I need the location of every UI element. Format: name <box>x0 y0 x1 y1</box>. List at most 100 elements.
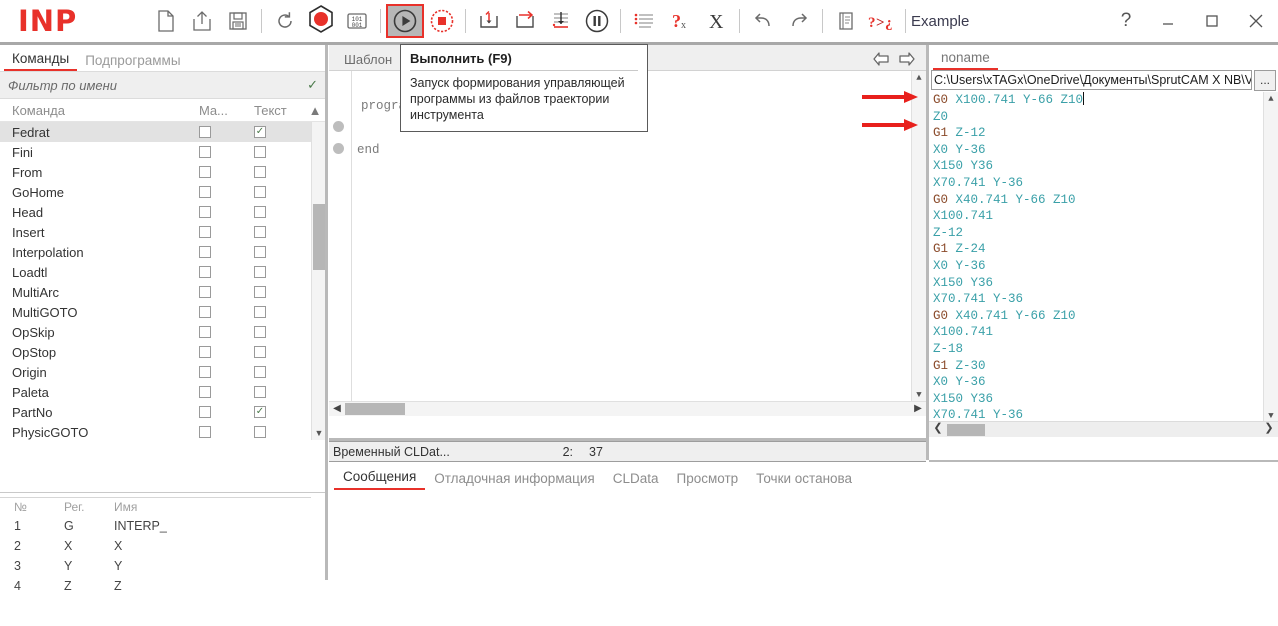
mask-checkbox-cell[interactable] <box>199 306 254 318</box>
text-checkbox-cell[interactable] <box>254 286 304 298</box>
record-icon[interactable] <box>303 3 339 39</box>
mask-checkbox[interactable] <box>199 306 211 318</box>
table-row[interactable]: OpStop <box>0 342 326 362</box>
redo-icon[interactable] <box>781 3 817 39</box>
maximize-button[interactable] <box>1190 0 1234 42</box>
text-checkbox-cell[interactable] <box>254 426 304 438</box>
text-checkbox[interactable] <box>254 286 266 298</box>
table-row[interactable]: PartNo <box>0 402 326 422</box>
scroll-up-icon[interactable]: ▲ <box>304 103 326 118</box>
table-row[interactable]: Origin <box>0 362 326 382</box>
binary-icon[interactable]: 101001 <box>339 3 375 39</box>
scrollbar-thumb[interactable] <box>313 204 325 270</box>
bottom-tab[interactable]: CLData <box>604 469 668 490</box>
text-checkbox-cell[interactable] <box>254 126 304 138</box>
stop-icon[interactable] <box>424 3 460 39</box>
browse-button[interactable]: ... <box>1254 70 1276 91</box>
book-icon[interactable] <box>828 3 864 39</box>
table-row[interactable]: MultiGOTO <box>0 302 326 322</box>
open-file-icon[interactable] <box>184 3 220 39</box>
table-row[interactable]: OpSkip <box>0 322 326 342</box>
text-checkbox[interactable] <box>254 326 266 338</box>
mask-checkbox-cell[interactable] <box>199 246 254 258</box>
text-checkbox[interactable] <box>254 146 266 158</box>
bottom-tab[interactable]: Отладочная информация <box>425 469 603 490</box>
reload-icon[interactable] <box>267 3 303 39</box>
mask-checkbox[interactable] <box>199 246 211 258</box>
run-icon[interactable] <box>386 4 424 38</box>
translate-icon[interactable]: ?>¿ <box>864 3 900 39</box>
mask-checkbox[interactable] <box>199 286 211 298</box>
text-checkbox[interactable] <box>254 366 266 378</box>
tab-template[interactable]: Шаблон <box>335 50 401 70</box>
arrow-right-icon[interactable] <box>894 48 920 70</box>
text-checkbox-cell[interactable] <box>254 186 304 198</box>
query-x-icon[interactable]: ?x <box>662 3 698 39</box>
hscrollbar-thumb[interactable] <box>345 403 405 415</box>
scroll-right-icon[interactable]: ❯ <box>1260 421 1278 437</box>
gcode-viewer[interactable]: G0 X100.741 Y-66 Z10Z0G1 Z-12X0 Y-36X150… <box>929 92 1278 437</box>
mask-checkbox-cell[interactable] <box>199 426 254 438</box>
mask-checkbox-cell[interactable] <box>199 286 254 298</box>
chevron-down-icon[interactable]: ✓ <box>307 77 318 93</box>
breakpoint-marker[interactable] <box>333 121 344 132</box>
table-row[interactable]: Head <box>0 202 326 222</box>
mask-checkbox[interactable] <box>199 146 211 158</box>
mask-checkbox[interactable] <box>199 186 211 198</box>
mask-checkbox-cell[interactable] <box>199 366 254 378</box>
bottom-tab[interactable]: Сообщения <box>334 467 425 490</box>
text-checkbox[interactable] <box>254 166 266 178</box>
table-row[interactable]: Loadtl <box>0 262 326 282</box>
filter-input[interactable]: Фильтр по имени <box>8 78 307 93</box>
mask-checkbox[interactable] <box>199 386 211 398</box>
scroll-up-icon[interactable]: ▲ <box>1264 92 1278 106</box>
gcode-vscrollbar[interactable]: ▲ ▼ <box>1263 92 1278 423</box>
mask-checkbox[interactable] <box>199 346 211 358</box>
close-button[interactable] <box>1234 0 1278 42</box>
parameter-row[interactable]: 4ZZ <box>0 576 311 596</box>
mask-checkbox-cell[interactable] <box>199 326 254 338</box>
text-checkbox[interactable] <box>254 306 266 318</box>
bottom-tab[interactable]: Точки останова <box>747 469 861 490</box>
text-checkbox-cell[interactable] <box>254 366 304 378</box>
scroll-down-icon[interactable]: ▼ <box>912 388 926 402</box>
text-checkbox-cell[interactable] <box>254 266 304 278</box>
text-checkbox[interactable] <box>254 266 266 278</box>
text-checkbox-cell[interactable] <box>254 306 304 318</box>
mask-checkbox[interactable] <box>199 206 211 218</box>
table-row[interactable]: MultiArc <box>0 282 326 302</box>
tab-noname[interactable]: noname <box>933 48 998 70</box>
parameter-row[interactable]: 3YY <box>0 556 311 576</box>
output-path-input[interactable]: C:\Users\xTAGx\OneDrive\Документы\SprutC… <box>931 70 1252 90</box>
step-into-icon[interactable] <box>471 3 507 39</box>
text-checkbox-cell[interactable] <box>254 166 304 178</box>
table-row[interactable]: Fedrat <box>0 122 326 142</box>
mask-checkbox-cell[interactable] <box>199 206 254 218</box>
gcode-hscrollbar[interactable]: ❮ ❯ <box>929 421 1278 437</box>
parameter-row[interactable]: 2XX <box>0 536 311 556</box>
mask-checkbox[interactable] <box>199 266 211 278</box>
text-checkbox-cell[interactable] <box>254 326 304 338</box>
mask-checkbox[interactable] <box>199 326 211 338</box>
mask-checkbox-cell[interactable] <box>199 186 254 198</box>
scroll-left-icon[interactable]: ◀ <box>329 403 345 415</box>
mask-checkbox[interactable] <box>199 406 211 418</box>
table-row[interactable]: GoHome <box>0 182 326 202</box>
editor-hscrollbar[interactable]: ◀ ▶ <box>329 401 926 416</box>
breakpoint-marker[interactable] <box>333 143 344 154</box>
text-checkbox-cell[interactable] <box>254 246 304 258</box>
mask-checkbox-cell[interactable] <box>199 346 254 358</box>
text-checkbox[interactable] <box>254 246 266 258</box>
mask-checkbox-cell[interactable] <box>199 386 254 398</box>
mask-checkbox-cell[interactable] <box>199 146 254 158</box>
minimize-button[interactable] <box>1146 0 1190 42</box>
table-row[interactable]: From <box>0 162 326 182</box>
mask-checkbox-cell[interactable] <box>199 406 254 418</box>
scroll-down-icon[interactable]: ▼ <box>312 426 326 440</box>
table-row[interactable]: Fini <box>0 142 326 162</box>
text-checkbox[interactable] <box>254 226 266 238</box>
command-list-scrollbar[interactable]: ▼ <box>311 122 326 440</box>
text-checkbox[interactable] <box>254 386 266 398</box>
mask-checkbox[interactable] <box>199 366 211 378</box>
filter-bar[interactable]: Фильтр по имени ✓ <box>0 71 326 99</box>
